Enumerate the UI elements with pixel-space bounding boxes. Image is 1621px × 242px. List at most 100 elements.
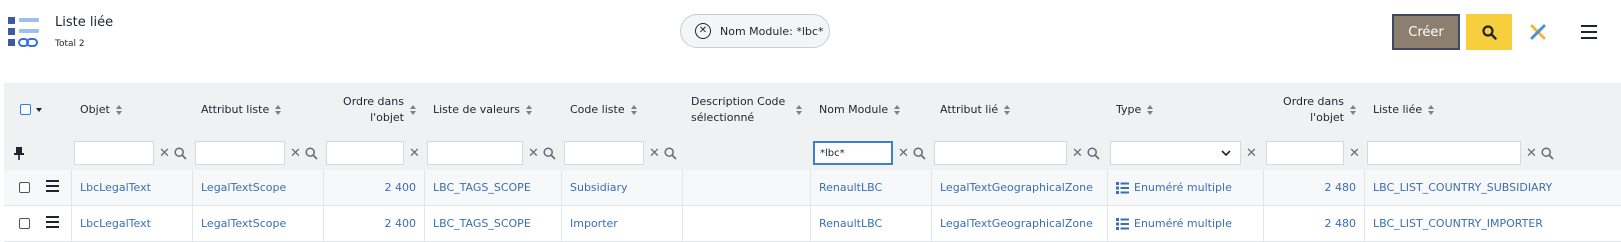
column-header-attribut-liste[interactable]: Attribut liste	[193, 83, 324, 136]
column-header-code-liste[interactable]: Code liste	[562, 83, 683, 136]
filter-input-attribut-lie[interactable]	[934, 141, 1067, 165]
sort-icon[interactable]	[1147, 104, 1154, 115]
sort-icon[interactable]	[894, 104, 901, 115]
sort-icon[interactable]	[1350, 104, 1357, 115]
column-header-description-code[interactable]: Description Code sélectionné	[683, 83, 811, 136]
sort-icon[interactable]	[275, 104, 282, 115]
pin-cell	[4, 136, 72, 170]
list-type-icon	[1116, 217, 1129, 230]
row-menu-icon[interactable]	[46, 180, 59, 195]
column-header-type[interactable]: Type	[1108, 83, 1264, 136]
cell-objet[interactable]: LbcLegalText	[72, 170, 193, 205]
clear-icon[interactable]: ✕	[1526, 146, 1537, 161]
search-icon[interactable]	[1087, 146, 1100, 160]
column-header-ordre[interactable]: Ordre dans l'objet	[324, 83, 425, 136]
search-icon[interactable]	[913, 146, 926, 160]
filter-input-ordre2[interactable]	[1266, 141, 1344, 165]
row-menu-icon[interactable]	[46, 216, 59, 231]
row-checkbox[interactable]	[19, 182, 30, 193]
clear-icon[interactable]: ✕	[290, 146, 301, 161]
clear-icon[interactable]: ✕	[1246, 146, 1257, 161]
cell-objet[interactable]: LbcLegalText	[72, 206, 193, 241]
cell-attribut-lie[interactable]: LegalTextGeographicalZone	[932, 206, 1108, 241]
column-label: Liste liée	[1373, 102, 1423, 116]
row-controls	[4, 206, 72, 241]
table-row[interactable]: LbcLegalText LegalTextScope 2 400 LBC_TA…	[4, 170, 1621, 206]
hamburger-icon[interactable]	[1581, 25, 1597, 39]
column-header-nom-module[interactable]: Nom Module	[811, 83, 932, 136]
filter-nom-module: ✕	[811, 136, 932, 170]
clear-icon[interactable]: ✕	[159, 146, 170, 161]
cell-liste-valeurs[interactable]: LBC_TAGS_SCOPE	[425, 170, 562, 205]
filter-select-type[interactable]	[1110, 141, 1241, 165]
pin-cross-icon[interactable]	[1528, 22, 1548, 42]
cell-nom-module[interactable]: RenaultLBC	[811, 206, 932, 241]
sort-icon[interactable]	[796, 104, 803, 115]
filter-chip-nom-module[interactable]: ✕ Nom Module: *lbc*	[680, 14, 830, 48]
filter-objet: ✕	[72, 136, 193, 170]
cell-attribut-liste[interactable]: LegalTextScope	[193, 170, 324, 205]
search-icon[interactable]	[543, 146, 556, 160]
table-row[interactable]: LbcLegalText LegalTextScope 2 400 LBC_TA…	[4, 206, 1621, 242]
cell-description-code	[683, 170, 811, 205]
search-icon[interactable]	[664, 146, 677, 160]
column-header-liste-liee[interactable]: Liste liée	[1365, 83, 1586, 136]
cell-description-code	[683, 206, 811, 241]
sort-icon[interactable]	[410, 104, 417, 115]
filter-input-nom-module[interactable]	[813, 141, 893, 165]
select-all-control[interactable]	[4, 83, 72, 136]
cell-ordre2: 2 480	[1264, 170, 1365, 205]
clear-icon[interactable]: ✕	[898, 146, 909, 161]
column-header-ordre2[interactable]: Ordre dans l'objet	[1264, 83, 1365, 136]
chevron-down-icon[interactable]	[36, 107, 42, 112]
filter-liste-liee: ✕	[1365, 136, 1586, 170]
clear-icon[interactable]: ✕	[1349, 146, 1360, 161]
search-icon[interactable]	[1541, 146, 1554, 160]
clear-icon[interactable]: ✕	[528, 146, 539, 161]
search-button[interactable]	[1466, 14, 1512, 50]
close-circle-icon[interactable]: ✕	[695, 23, 711, 39]
clear-icon[interactable]: ✕	[649, 146, 660, 161]
cell-liste-liee[interactable]: LBC_LIST_COUNTRY_SUBSIDIARY	[1365, 170, 1586, 205]
create-button[interactable]: Créer	[1392, 14, 1460, 50]
list-type-icon	[1116, 181, 1129, 194]
filter-input-attribut-liste[interactable]	[195, 141, 285, 165]
sort-icon[interactable]	[1428, 104, 1435, 115]
column-label: Type	[1116, 102, 1142, 116]
pin-icon[interactable]	[13, 146, 25, 160]
filter-input-objet[interactable]	[74, 141, 154, 165]
search-icon[interactable]	[174, 146, 187, 160]
column-header-attribut-lie[interactable]: Attribut lié	[932, 83, 1108, 136]
filter-input-liste-liee[interactable]	[1367, 141, 1521, 165]
sort-icon[interactable]	[1004, 104, 1011, 115]
filter-chip-label: Nom Module: *lbc*	[720, 24, 824, 38]
column-label: Objet	[80, 102, 110, 116]
cell-attribut-lie[interactable]: LegalTextGeographicalZone	[932, 170, 1108, 205]
clear-icon[interactable]: ✕	[409, 146, 420, 161]
filter-ordre2: ✕	[1264, 136, 1365, 170]
filter-input-ordre[interactable]	[326, 141, 404, 165]
cell-type[interactable]: Enuméré multiple	[1108, 170, 1264, 205]
cell-liste-valeurs[interactable]: LBC_TAGS_SCOPE	[425, 206, 562, 241]
sort-icon[interactable]	[115, 104, 123, 115]
column-header-objet[interactable]: Objet	[72, 83, 193, 136]
type-label: Enuméré multiple	[1134, 217, 1232, 230]
filter-input-code-liste[interactable]	[564, 141, 644, 165]
sort-icon[interactable]	[630, 104, 638, 115]
select-all-checkbox[interactable]	[20, 104, 31, 115]
cell-attribut-liste[interactable]: LegalTextScope	[193, 206, 324, 241]
clear-icon[interactable]: ✕	[1072, 146, 1083, 161]
sort-icon[interactable]	[526, 104, 533, 115]
cell-type[interactable]: Enuméré multiple	[1108, 206, 1264, 241]
search-icon[interactable]	[305, 146, 318, 160]
cell-code-liste[interactable]: Importer	[562, 206, 683, 241]
cell-liste-liee[interactable]: LBC_LIST_COUNTRY_IMPORTER	[1365, 206, 1586, 241]
data-grid: Objet Attribut liste Ordre dans l'objet …	[4, 83, 1621, 242]
filter-code-liste: ✕	[562, 136, 683, 170]
cell-code-liste[interactable]: Subsidiary	[562, 170, 683, 205]
filter-input-liste-valeurs[interactable]	[427, 141, 523, 165]
column-header-liste-valeurs[interactable]: Liste de valeurs	[425, 83, 562, 136]
cell-nom-module[interactable]: RenaultLBC	[811, 170, 932, 205]
column-label: Description Code sélectionné	[691, 94, 786, 124]
row-checkbox[interactable]	[19, 218, 30, 229]
